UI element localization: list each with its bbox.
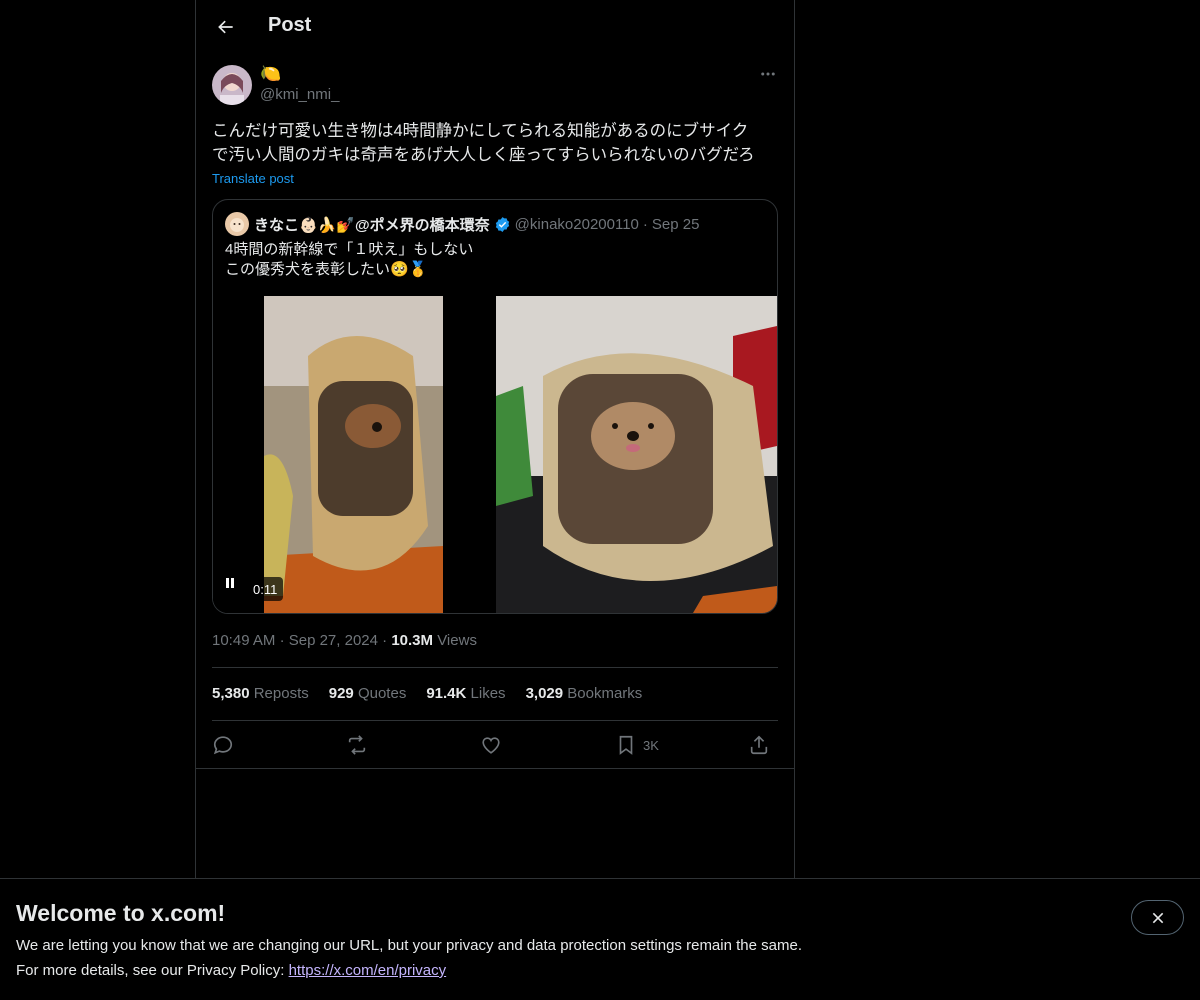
banner-policy-prefix: For more details, see our Privacy Policy… bbox=[16, 962, 289, 979]
post-header: Post bbox=[196, 0, 794, 54]
repost-icon bbox=[348, 735, 366, 755]
divider bbox=[212, 720, 778, 721]
post-author: 🍋 @kmi_nmi_ bbox=[212, 65, 339, 105]
post-date[interactable]: Sep 27, 2024 bbox=[289, 632, 378, 649]
pause-icon[interactable] bbox=[226, 578, 245, 596]
repost-button[interactable] bbox=[346, 731, 368, 759]
post-actions: 3K bbox=[212, 731, 778, 759]
author-display-name[interactable]: 🍋 bbox=[260, 65, 339, 85]
quote-text: 4時間の新幹線で「１吠え」もしない この優秀犬を表彰したい🥺🥇 bbox=[225, 240, 473, 280]
quote-text-line: 4時間の新幹線で「１吠え」もしない bbox=[225, 241, 474, 258]
separator-dot: · bbox=[279, 632, 285, 649]
quotes-stat[interactable]: 929 Quotes bbox=[329, 685, 407, 702]
back-arrow-icon bbox=[218, 20, 233, 34]
page-title: Post bbox=[268, 14, 312, 36]
share-icon bbox=[750, 735, 768, 755]
main-column: Post 🍋 @kmi_nmi_ こんだけ可愛い生き物は4時間静かにしてられる知… bbox=[195, 0, 795, 878]
welcome-banner: Welcome to x.com! We are letting you kno… bbox=[0, 878, 1200, 1000]
post-stats: 5,380 Reposts 929 Quotes 91.4K Likes 3,0… bbox=[212, 685, 662, 702]
more-options-button[interactable] bbox=[758, 64, 778, 84]
separator-dot: · bbox=[382, 632, 388, 649]
verified-icon bbox=[495, 216, 509, 232]
quote-date[interactable]: Sep 25 bbox=[652, 216, 700, 233]
divider bbox=[212, 667, 778, 668]
share-button[interactable] bbox=[748, 731, 770, 759]
video-frame bbox=[213, 296, 777, 613]
video-player[interactable]: 0:11 bbox=[213, 296, 777, 613]
close-banner-button[interactable] bbox=[1131, 900, 1184, 935]
back-button[interactable] bbox=[208, 9, 244, 45]
quote-author-handle[interactable]: @kinako20200110 bbox=[515, 216, 639, 233]
quote-text-line: この優秀犬を表彰したい🥺🥇 bbox=[225, 261, 428, 278]
author-handle[interactable]: @kmi_nmi_ bbox=[260, 87, 339, 102]
video-time: 0:11 bbox=[253, 581, 278, 597]
quoted-post[interactable]: きなこ👶🏻🍌💅@ポメ界の橋本環奈 @kinako20200110 · Sep 2… bbox=[212, 199, 778, 614]
like-icon bbox=[482, 737, 500, 754]
reply-button[interactable] bbox=[212, 731, 234, 759]
close-icon bbox=[1152, 912, 1163, 923]
likes-stat[interactable]: 91.4K Likes bbox=[426, 685, 505, 702]
views-label: Views bbox=[437, 632, 477, 649]
avatar[interactable] bbox=[212, 65, 252, 105]
privacy-policy-link[interactable]: https://x.com/en/privacy bbox=[289, 962, 447, 979]
banner-policy-text: For more details, see our Privacy Policy… bbox=[16, 962, 446, 979]
post-meta: 10:49 AM · Sep 27, 2024 · 10.3M Views bbox=[212, 632, 477, 649]
bookmarks-stat[interactable]: 3,029 Bookmarks bbox=[526, 685, 643, 702]
bookmark-button[interactable]: 3K bbox=[615, 731, 659, 759]
post-text-line: で汚い人間のガキは奇声をあげ大人しく座ってすらいられないのバグだろ bbox=[212, 146, 755, 164]
playback-control[interactable]: 0:11 bbox=[225, 577, 284, 601]
separator-dot: · bbox=[642, 215, 648, 233]
divider bbox=[196, 768, 794, 769]
banner-title: Welcome to x.com! bbox=[16, 900, 226, 926]
like-button[interactable] bbox=[480, 731, 502, 759]
post-timestamp[interactable]: 10:49 AM bbox=[212, 632, 275, 649]
bookmark-count: 3K bbox=[643, 737, 659, 753]
reposts-stat[interactable]: 5,380 Reposts bbox=[212, 685, 309, 702]
quote-avatar[interactable] bbox=[225, 212, 249, 236]
views-count: 10.3M bbox=[391, 632, 434, 649]
banner-message: We are letting you know that we are chan… bbox=[16, 937, 802, 954]
post-text: こんだけ可愛い生き物は4時間静かにしてられる知能があるのにブサイク で汚い人間の… bbox=[212, 119, 778, 167]
quote-author-name[interactable]: きなこ👶🏻🍌💅@ポメ界の橋本環奈 bbox=[254, 214, 490, 235]
post-text-line: こんだけ可愛い生き物は4時間静かにしてられる知能があるのにブサイク bbox=[212, 122, 749, 140]
bookmark-icon bbox=[619, 735, 633, 755]
translate-post-link[interactable]: Translate post bbox=[212, 171, 294, 186]
reply-icon bbox=[213, 736, 233, 755]
more-icon bbox=[761, 72, 775, 76]
